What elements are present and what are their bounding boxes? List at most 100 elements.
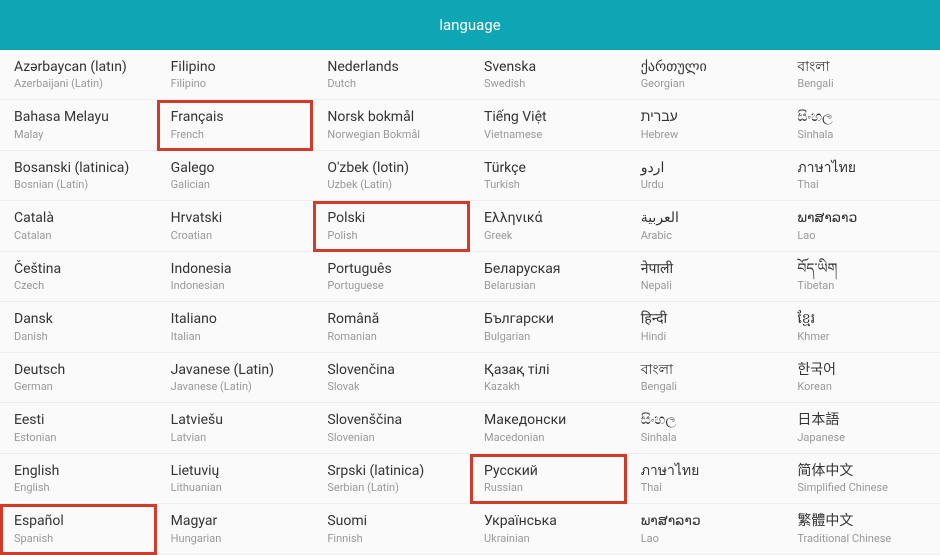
language-item[interactable]: Azərbaycan (latın)Azerbaijani (Latin) xyxy=(0,50,157,100)
header-title: language xyxy=(439,16,500,34)
language-item[interactable]: עבריתHebrew xyxy=(627,100,784,150)
language-item[interactable]: Javanese (Latin)Javanese (Latin) xyxy=(157,353,314,403)
language-english-label: Georgian xyxy=(641,77,770,91)
language-item[interactable]: 繁體中文Traditional Chinese xyxy=(783,504,940,554)
language-native-label: Slovenčina xyxy=(327,361,456,379)
language-item[interactable]: Srpski (latinica)Serbian (Latin) xyxy=(313,454,470,504)
language-item[interactable]: IndonesiaIndonesian xyxy=(157,252,314,302)
language-item[interactable]: РусскийRussian xyxy=(470,454,627,504)
language-item[interactable]: УкраїнськаUkrainian xyxy=(470,504,627,554)
language-item[interactable]: العربيةArabic xyxy=(627,201,784,251)
language-item[interactable]: Dansk Danish xyxy=(0,302,157,352)
language-native-label: Slovenščina xyxy=(327,411,456,429)
language-item[interactable]: RomânăRomanian xyxy=(313,302,470,352)
language-item[interactable]: EspañolSpanish xyxy=(0,504,157,554)
language-native-label: Български xyxy=(484,310,613,328)
language-english-label: Romanian xyxy=(327,330,456,344)
language-native-label: Polski xyxy=(327,209,456,227)
language-item[interactable]: हिन्दीHindi xyxy=(627,302,784,352)
language-item[interactable]: ภาษาไทยThai xyxy=(783,151,940,201)
language-item[interactable]: LietuviųLithuanian xyxy=(157,454,314,504)
language-item[interactable]: LatviešuLatvian xyxy=(157,403,314,453)
language-english-label: Javanese (Latin) xyxy=(171,380,300,394)
language-english-label: Bulgarian xyxy=(484,330,613,344)
language-english-label: Arabic xyxy=(641,229,770,243)
language-item[interactable]: O'zbek (lotin)Uzbek (Latin) xyxy=(313,151,470,201)
language-native-label: 한국어 xyxy=(797,361,926,379)
language-english-label: Indonesian xyxy=(171,279,300,293)
language-english-label: Hebrew xyxy=(641,128,770,142)
language-native-label: O'zbek (lotin) xyxy=(327,159,456,177)
language-item[interactable]: Polski Polish xyxy=(313,201,470,251)
language-item[interactable]: 한국어Korean xyxy=(783,353,940,403)
language-item[interactable]: සිංහලSinhala xyxy=(627,403,784,453)
language-item[interactable]: اردوUrdu xyxy=(627,151,784,201)
language-item[interactable]: PortuguêsPortuguese xyxy=(313,252,470,302)
language-item[interactable]: GalegoGalician xyxy=(157,151,314,201)
language-english-label: Bengali xyxy=(641,380,770,394)
language-english-label: Lithuanian xyxy=(171,481,300,495)
language-english-label: Urdu xyxy=(641,178,770,192)
language-native-label: 日本語 xyxy=(797,411,926,429)
language-english-label: Danish xyxy=(14,330,143,344)
language-item[interactable]: HrvatskiCroatian xyxy=(157,201,314,251)
language-item[interactable]: EnglishEnglish xyxy=(0,454,157,504)
language-item[interactable]: 简体中文Simplified Chinese xyxy=(783,454,940,504)
language-item[interactable]: සිංහලSinhala xyxy=(783,100,940,150)
language-english-label: Tibetan xyxy=(797,279,926,293)
language-item[interactable]: TürkçeTurkish xyxy=(470,151,627,201)
language-english-label: Thai xyxy=(641,481,770,495)
language-item[interactable]: ខ្មែរKhmer xyxy=(783,302,940,352)
language-item[interactable]: 日本語Japanese xyxy=(783,403,940,453)
language-item[interactable]: ČeštinaCzech xyxy=(0,252,157,302)
language-item[interactable]: NederlandsDutch xyxy=(313,50,470,100)
language-item[interactable]: БеларускаяBelarusian xyxy=(470,252,627,302)
language-native-label: Deutsch xyxy=(14,361,143,379)
language-item[interactable]: SuomiFinnish xyxy=(313,504,470,554)
language-item[interactable]: বাংলাBengali xyxy=(627,353,784,403)
language-item[interactable]: EestiEstonian xyxy=(0,403,157,453)
language-english-label: Lao xyxy=(641,532,770,546)
language-item[interactable]: ພາສາລາວLao xyxy=(783,201,940,251)
language-item[interactable]: ItalianoItalian xyxy=(157,302,314,352)
language-english-label: Spanish xyxy=(14,532,143,546)
language-item[interactable]: ΕλληνικάGreek xyxy=(470,201,627,251)
language-item[interactable]: Bosanski (latinica)Bosnian (Latin) xyxy=(0,151,157,201)
language-item[interactable]: FilipinoFilipino xyxy=(157,50,314,100)
language-item[interactable]: MagyarHungarian xyxy=(157,504,314,554)
language-item[interactable]: CatalàCatalan xyxy=(0,201,157,251)
language-native-label: Dansk xyxy=(14,310,143,328)
language-item[interactable]: ภาษาไทยThai xyxy=(627,454,784,504)
language-item[interactable]: Bahasa MelayuMalay xyxy=(0,100,157,150)
language-item[interactable]: Tiếng ViệtVietnamese xyxy=(470,100,627,150)
language-item[interactable]: नेपालीNepali xyxy=(627,252,784,302)
language-english-label: Uzbek (Latin) xyxy=(327,178,456,192)
language-native-label: বাংলা xyxy=(641,361,770,379)
language-item[interactable]: SlovenčinaSlovak xyxy=(313,353,470,403)
language-item[interactable]: Norsk bokmålNorwegian Bokmål xyxy=(313,100,470,150)
language-item[interactable]: ქართულიGeorgian xyxy=(627,50,784,100)
language-item[interactable]: ພາສາລາວLao xyxy=(627,504,784,554)
language-native-label: Bahasa Melayu xyxy=(14,108,143,126)
language-item[interactable]: DeutschGerman xyxy=(0,353,157,403)
language-item[interactable]: Қазақ тіліKazakh xyxy=(470,353,627,403)
language-column: বাংলাBengaliසිංහලSinhalaภาษาไทยThaiພາສາລ… xyxy=(783,50,940,555)
language-english-label: Nepali xyxy=(641,279,770,293)
language-item[interactable]: SvenskaSwedish xyxy=(470,50,627,100)
language-english-label: Belarusian xyxy=(484,279,613,293)
language-english-label: Thai xyxy=(797,178,926,192)
language-native-label: Беларуская xyxy=(484,260,613,278)
language-native-label: Hrvatski xyxy=(171,209,300,227)
language-native-label: Magyar xyxy=(171,512,300,530)
language-native-label: Čeština xyxy=(14,260,143,278)
language-item[interactable]: FrançaisFrench xyxy=(157,100,314,150)
language-item[interactable]: SlovenščinaSlovenian xyxy=(313,403,470,453)
language-english-label: Simplified Chinese xyxy=(797,481,926,495)
language-item[interactable]: Български Bulgarian xyxy=(470,302,627,352)
language-item[interactable]: МакедонскиMacedonian xyxy=(470,403,627,453)
language-native-label: नेपाली xyxy=(641,260,770,278)
language-item[interactable]: বাংলাBengali xyxy=(783,50,940,100)
language-english-label: Czech xyxy=(14,279,143,293)
language-item[interactable]: བོད་ཡིགTibetan xyxy=(783,252,940,302)
language-english-label: Polish xyxy=(327,229,456,243)
